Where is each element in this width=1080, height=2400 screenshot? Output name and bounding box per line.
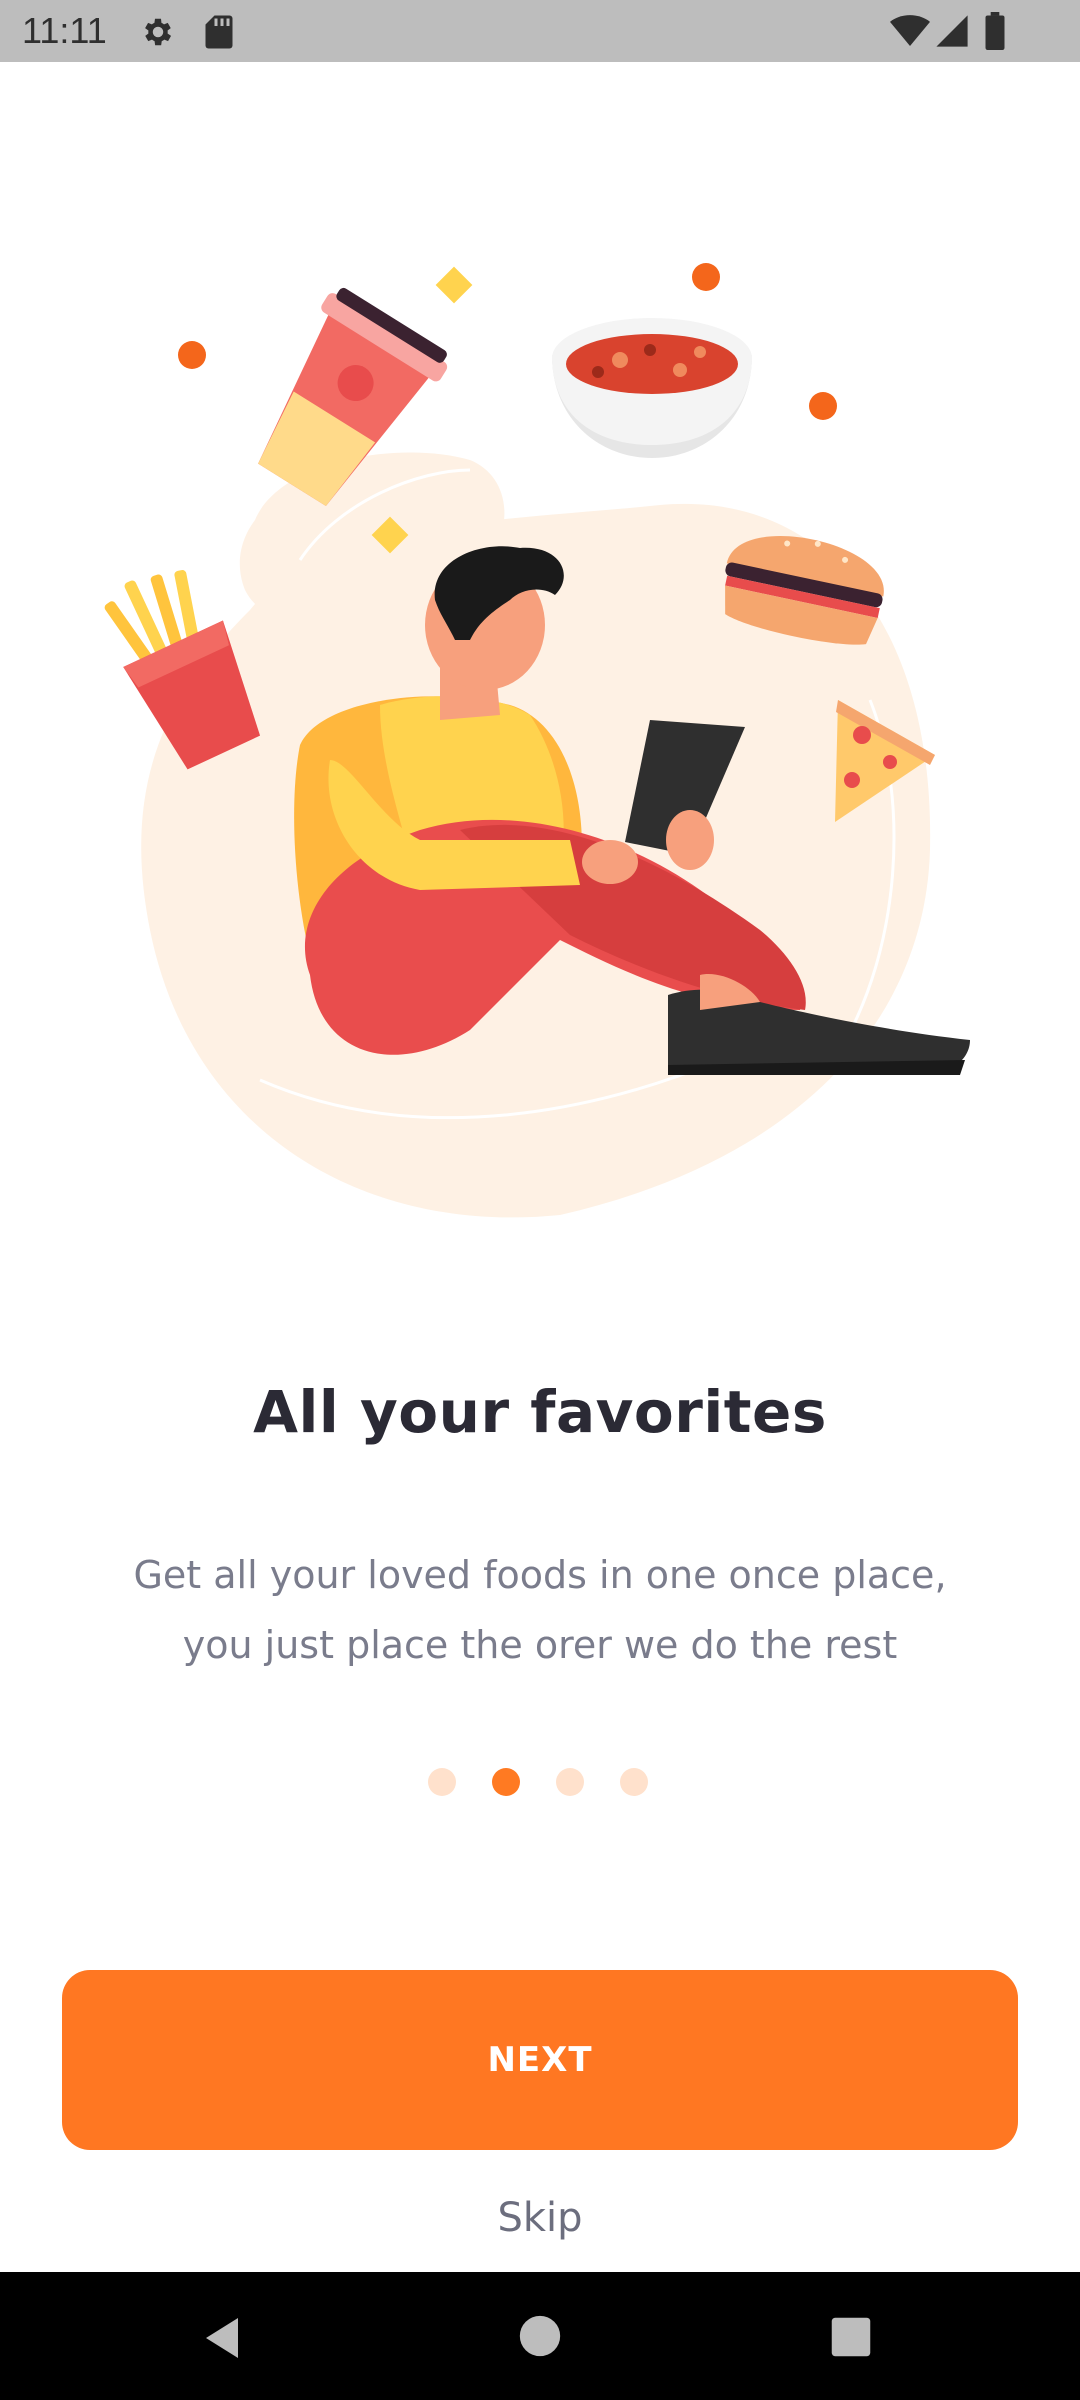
decoration-dot	[178, 341, 206, 369]
page-dot-4[interactable]	[620, 1768, 648, 1796]
status-bar: 11:11	[0, 0, 1080, 62]
signal-icon	[936, 15, 968, 47]
navigation-bar	[0, 2272, 1080, 2400]
settings-icon	[145, 18, 172, 46]
subtitle-line: Get all your loved foods in one once pla…	[133, 1553, 947, 1597]
home-icon[interactable]	[518, 2314, 562, 2358]
onboarding-title: All your favorites	[253, 1378, 827, 1446]
decoration-diamond	[435, 266, 473, 304]
back-icon[interactable]	[198, 2314, 246, 2362]
page-dot-2-active[interactable]	[492, 1768, 520, 1796]
sd-card-icon	[205, 15, 233, 49]
onboarding-illustration	[104, 263, 970, 1218]
wifi-icon	[890, 15, 930, 46]
battery-icon	[985, 12, 1005, 50]
onboarding-subtitle: Get all your loved foods in one once pla…	[60, 1540, 1020, 1680]
page-dot-1[interactable]	[428, 1768, 456, 1796]
next-button[interactable]: NEXT	[62, 1970, 1018, 2150]
recents-icon[interactable]	[830, 2316, 872, 2358]
status-time: 11:11	[22, 10, 107, 51]
page-dot-3[interactable]	[556, 1768, 584, 1796]
page-indicator	[0, 1768, 1080, 1798]
decoration-dot	[809, 392, 837, 420]
skip-link[interactable]: Skip	[0, 2195, 1080, 2241]
subtitle-line: you just place the orer we do the rest	[182, 1623, 898, 1667]
decoration-dot	[692, 263, 720, 291]
soup-bowl-illustration	[552, 318, 752, 458]
